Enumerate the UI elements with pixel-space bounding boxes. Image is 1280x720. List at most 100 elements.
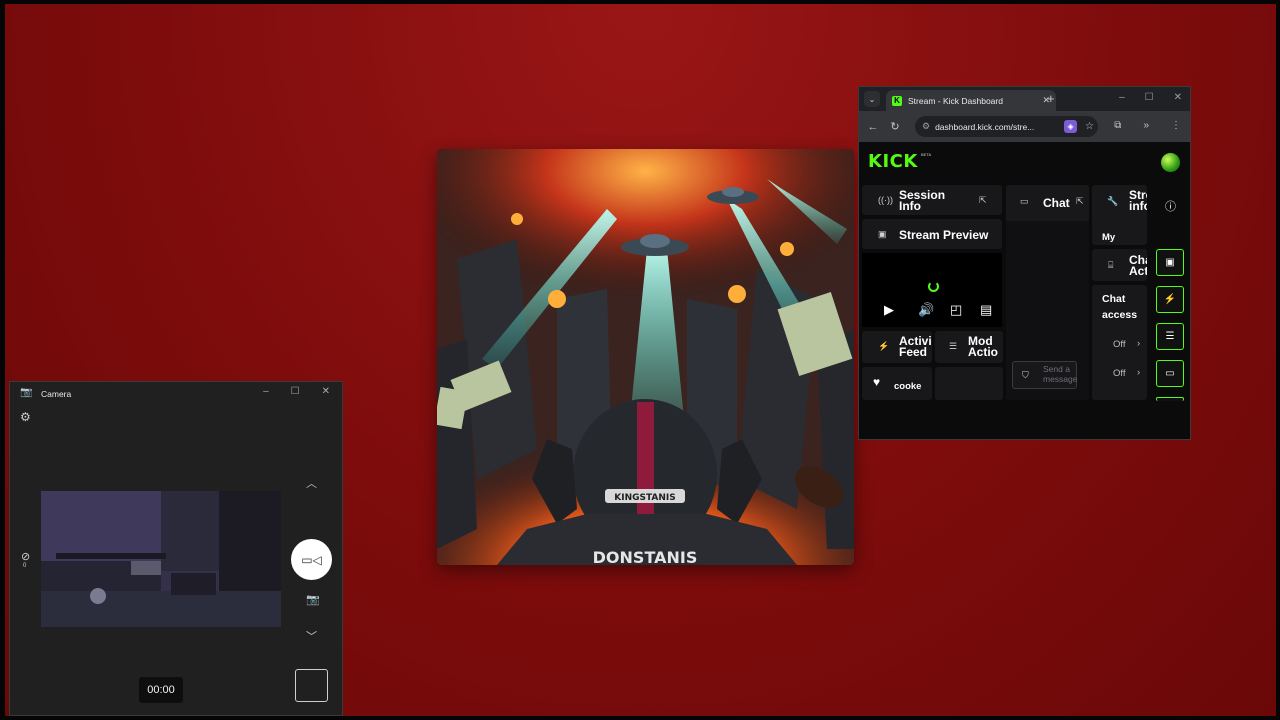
- info-icon[interactable]: ⓘ: [1165, 198, 1176, 214]
- close-icon[interactable]: ✕: [1174, 92, 1182, 103]
- menu-icon[interactable]: ⋮: [1171, 120, 1181, 131]
- artwork-image: KINGSTANIS DONSTANIS: [437, 149, 854, 565]
- cookie-panel[interactable]: ♥ cooke: [862, 367, 932, 400]
- chat-actions-icon: ⌸: [1108, 260, 1114, 270]
- extension-icon[interactable]: ◈: [1064, 120, 1078, 133]
- mod-actions-title-2: Actio: [968, 345, 998, 359]
- fullscreen-icon[interactable]: ◰: [950, 302, 962, 318]
- preview-icon: ▣: [1165, 257, 1175, 268]
- tab-search-icon[interactable]: ⌄: [864, 91, 880, 107]
- more-tools-icon[interactable]: »: [1143, 120, 1149, 131]
- bookmark-star-icon[interactable]: ☆: [1085, 121, 1094, 132]
- reload-icon[interactable]: ↻: [884, 120, 906, 133]
- chat-access-title-1: Chat: [1102, 293, 1126, 305]
- chevron-right-icon[interactable]: ›: [1137, 367, 1140, 378]
- chat-access-panel[interactable]: Chat access Off › Off ›: [1092, 285, 1147, 400]
- play-icon[interactable]: ▶: [884, 302, 894, 318]
- chat-actions-panel[interactable]: ⌸ Cha Act: [1092, 249, 1147, 281]
- stream-preview-player[interactable]: ▶ 🔊 ◰ ▤: [862, 253, 1002, 327]
- url-text: dashboard.kick.com/stre...: [935, 121, 1035, 132]
- tab-title: Stream - Kick Dashboard: [908, 95, 1003, 106]
- hdr-toggle-icon[interactable]: ⊘: [21, 550, 30, 563]
- rail-chat-button[interactable]: ▭: [1156, 360, 1184, 387]
- chat-message-input[interactable]: ⛉ Send a message: [1012, 361, 1078, 389]
- back-icon[interactable]: ←: [862, 121, 884, 133]
- chat-icon: ▭: [1165, 368, 1175, 379]
- address-bar[interactable]: ⚙ dashboard.kick.com/stre... ◈ ☆: [915, 116, 1098, 137]
- chat-actions-title-2: Act: [1129, 264, 1147, 278]
- camera-room-scene: [41, 491, 281, 627]
- browser-window-controls: – ☐ ✕: [1119, 92, 1182, 103]
- chat-title: Chat: [1043, 196, 1070, 210]
- maximize-icon[interactable]: ☐: [1145, 92, 1154, 103]
- chevron-up-icon[interactable]: ︿: [306, 475, 317, 491]
- video-camera-icon: ▭◁: [301, 552, 322, 567]
- camera-window-title: Camera: [41, 389, 72, 399]
- broadcast-icon: ((·)): [878, 195, 893, 205]
- rail-mod-actions-button[interactable]: ☰: [1156, 323, 1184, 350]
- camera-window-controls: – ☐ ✕: [263, 386, 330, 397]
- list-icon: ☰: [949, 341, 958, 351]
- rail-more-button[interactable]: [1156, 397, 1184, 401]
- chat-input-placeholder: Send a message: [1043, 364, 1078, 384]
- minimize-icon[interactable]: –: [1119, 92, 1125, 103]
- site-info-icon[interactable]: ⚙: [922, 121, 930, 132]
- activity-feed-panel[interactable]: ⚡ Activi Feed: [862, 331, 932, 363]
- lightning-icon: ⚡: [878, 341, 890, 351]
- chat-popout-icon[interactable]: ⇱: [1076, 196, 1084, 207]
- recording-timer: 00:00: [139, 677, 183, 703]
- activity-feed-title-2: Feed: [899, 345, 928, 359]
- browser-titlebar: ⌄ K Stream - Kick Dashboard ✕ + – ☐ ✕: [859, 87, 1190, 111]
- close-icon[interactable]: ✕: [322, 386, 330, 397]
- video-record-button[interactable]: ▭◁: [291, 539, 332, 580]
- stream-info-title-2: info: [1129, 199, 1147, 213]
- camera-app-icon: 📷: [20, 387, 33, 398]
- avatar[interactable]: [1161, 153, 1180, 172]
- chat-access-title-2: access: [1102, 309, 1138, 321]
- chat-input-placeholder-1: Send a: [1043, 364, 1070, 374]
- list-icon: ☰: [1165, 331, 1175, 342]
- maximize-icon[interactable]: ☐: [291, 386, 300, 397]
- kick-logo[interactable]: KICK: [868, 151, 918, 172]
- artwork-scene: KINGSTANIS DONSTANIS: [437, 149, 854, 565]
- heart-icon: ♥: [873, 375, 881, 389]
- theater-icon[interactable]: ▤: [980, 302, 992, 318]
- rail-preview-button[interactable]: ▣: [1156, 249, 1184, 276]
- preview-icon: ▣: [878, 229, 887, 239]
- last-capture-thumbnail[interactable]: [295, 669, 328, 702]
- toolbar-right: ⧉ » ⋮: [1114, 120, 1181, 131]
- chat-access-row-1[interactable]: Off: [1113, 339, 1126, 350]
- settings-gear-icon[interactable]: ⚙: [20, 410, 31, 424]
- wrench-icon: 🔧: [1107, 196, 1119, 206]
- chat-icon: ▭: [1020, 196, 1029, 206]
- rail-activity-button[interactable]: ⚡: [1156, 286, 1184, 313]
- chat-input-placeholder-2: message: [1043, 374, 1078, 384]
- browser-window: ⌄ K Stream - Kick Dashboard ✕ + – ☐ ✕ ← …: [858, 86, 1191, 440]
- browser-toolbar: ← ↻ ⚙ dashboard.kick.com/stre... ◈ ☆ ⧉ »…: [859, 111, 1190, 142]
- cookie-label: cooke: [894, 381, 922, 392]
- kick-dashboard: ((·)) Session Info ⇱ ▣ Stream Preview ▶ …: [859, 183, 1190, 439]
- browser-tab[interactable]: K Stream - Kick Dashboard ✕: [886, 90, 1056, 111]
- session-info-panel[interactable]: ((·)) Session Info ⇱: [862, 185, 1002, 215]
- popout-icon[interactable]: ⇱: [979, 195, 987, 206]
- lightning-icon: ⚡: [1163, 294, 1177, 305]
- chevron-down-icon[interactable]: ﹀: [306, 628, 317, 644]
- extensions-puzzle-icon[interactable]: ⧉: [1114, 120, 1121, 131]
- chat-access-row-2[interactable]: Off: [1113, 368, 1126, 379]
- stream-preview-panel[interactable]: ▣ Stream Preview: [862, 219, 1002, 249]
- session-info-title-2: Info: [899, 199, 921, 213]
- beta-badge: BETA: [921, 152, 932, 157]
- emote-shield-icon[interactable]: ⛉: [1022, 370, 1029, 381]
- mod-actions-panel[interactable]: ☰ Mod Actio: [935, 331, 1003, 363]
- photo-mode-icon[interactable]: 📷: [306, 593, 320, 606]
- new-tab-button[interactable]: +: [1047, 91, 1055, 106]
- helmet-text: KINGSTANIS: [614, 493, 676, 503]
- minimize-icon[interactable]: –: [263, 386, 269, 397]
- chevron-right-icon[interactable]: ›: [1137, 338, 1140, 349]
- stream-info-panel[interactable]: 🔧 Stre info My: [1092, 185, 1147, 245]
- empty-panel: [935, 367, 1003, 400]
- loading-spinner-icon: [928, 281, 939, 292]
- volume-icon[interactable]: 🔊: [918, 302, 934, 318]
- kick-favicon-icon: K: [892, 95, 902, 106]
- hdr-count: 0: [23, 563, 27, 569]
